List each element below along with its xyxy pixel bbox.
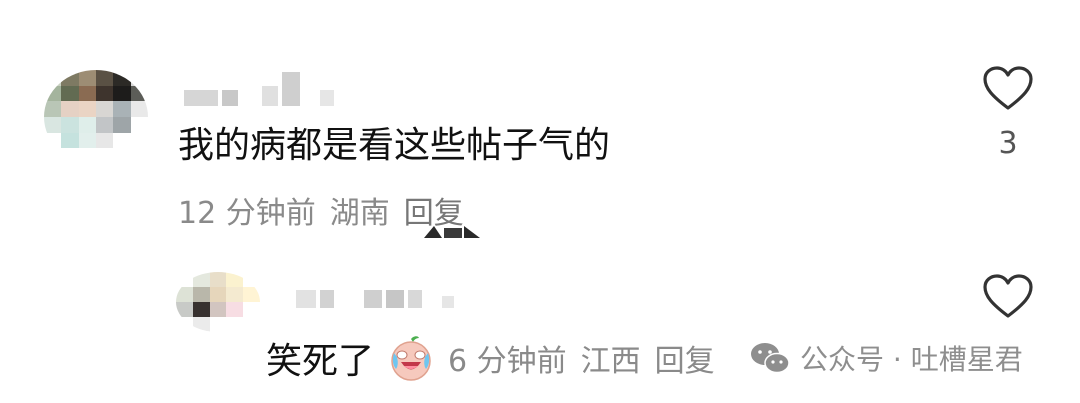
comment-location: 湖南 [329,196,390,231]
avatar[interactable] [44,70,148,164]
watermark-text: 公众号 · 吐槽星君 [800,343,1023,376]
reply-reply-button[interactable]: 回复 [655,336,715,380]
reply-meta: 6 分钟前 江西 回复 [448,336,715,380]
reply-avatar[interactable] [176,272,260,332]
reply-line: 笑死了 6 分钟前 江西 回复 [266,332,715,384]
comment-meta: 12 分钟前 湖南 回复 [178,188,464,232]
watermark: 公众号 · 吐槽星君 [750,338,1023,378]
reply-username[interactable] [296,290,454,308]
comment-text: 我的病都是看这些帖子气的 [178,125,611,166]
heart-icon[interactable] [982,274,1034,320]
wechat-icon [751,343,790,374]
laughing-crying-emoji-icon [391,336,431,381]
reply-text: 笑死了 [266,341,375,382]
username[interactable] [184,72,334,106]
reply-time: 6 分钟前 [448,344,567,379]
reply-location: 江西 [580,344,641,379]
like-count: 3 [998,126,1018,161]
comment-time: 12 分钟前 [178,196,316,231]
heart-icon[interactable] [982,66,1034,112]
text-selection-artifact [424,226,480,238]
